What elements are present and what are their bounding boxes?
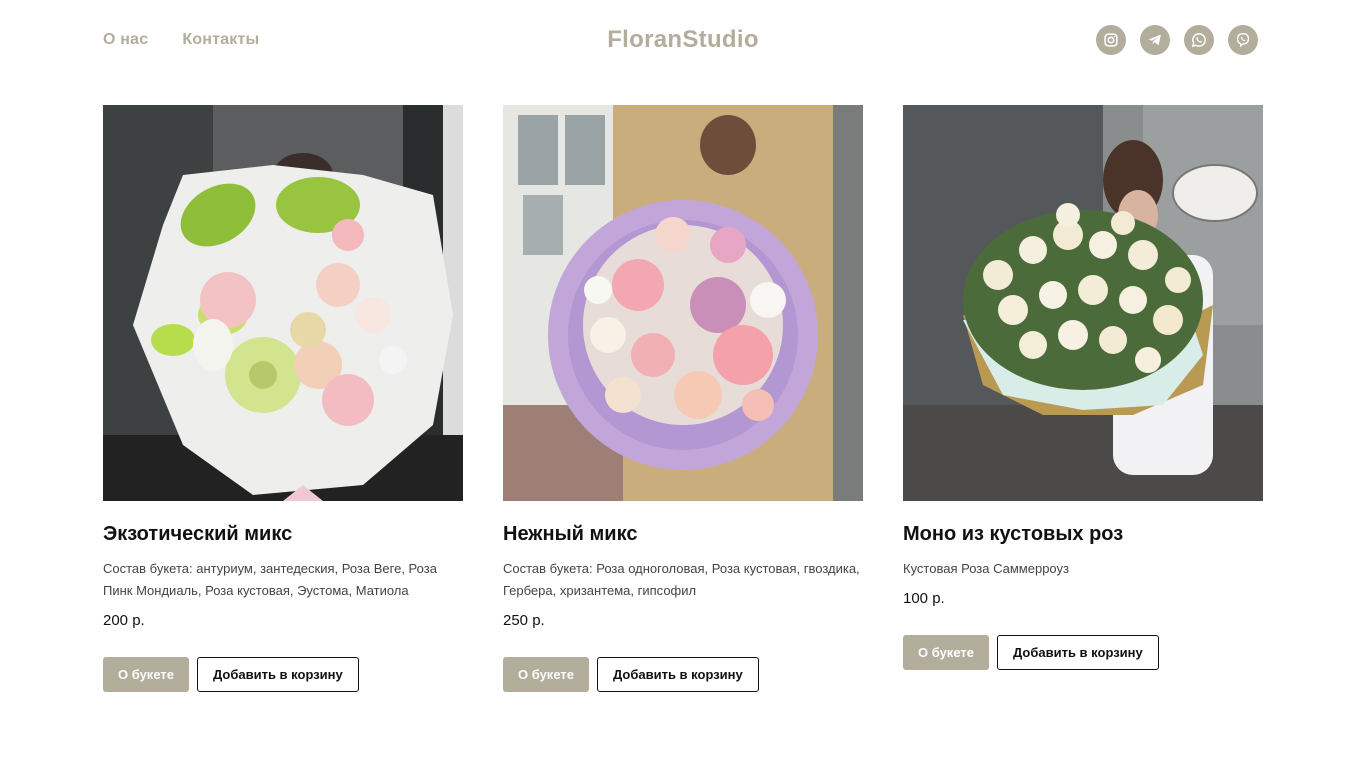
product-photo[interactable]: [503, 105, 863, 501]
viber-icon[interactable]: [1228, 25, 1258, 55]
product-price: 250 р.: [503, 612, 545, 629]
instagram-icon[interactable]: [1096, 25, 1126, 55]
product-grid: Экзотический микс Состав букета: антуриу…: [103, 105, 1263, 692]
product-title: Моно из кустовых роз: [903, 523, 1124, 545]
telegram-icon[interactable]: [1140, 25, 1170, 55]
about-bouquet-button[interactable]: О букете: [103, 657, 189, 692]
social-links: [1096, 25, 1258, 55]
about-bouquet-button[interactable]: О букете: [903, 635, 989, 670]
product-card: Нежный микс Состав букета: Роза одноголо…: [503, 105, 863, 692]
product-photo[interactable]: [103, 105, 463, 501]
product-photo[interactable]: [903, 105, 1263, 501]
product-composition: Состав букета: антуриум, зантедеския, Ро…: [103, 561, 437, 598]
about-bouquet-button[interactable]: О букете: [503, 657, 589, 692]
product-composition: Состав букета: Роза одноголовая, Роза ку…: [503, 561, 860, 598]
add-to-cart-button[interactable]: Добавить в корзину: [996, 635, 1159, 670]
product-actions: О букете Добавить в корзину: [903, 635, 1263, 670]
product-actions: О букете Добавить в корзину: [103, 657, 463, 692]
product-title: Нежный микс: [503, 523, 638, 545]
product-price: 100 р.: [903, 590, 945, 607]
product-actions: О букете Добавить в корзину: [503, 657, 863, 692]
add-to-cart-button[interactable]: Добавить в корзину: [596, 657, 759, 692]
product-price: 200 р.: [103, 612, 145, 629]
product-title: Экзотический микс: [103, 523, 293, 545]
product-card: Моно из кустовых роз Кустовая Роза Самме…: [903, 105, 1263, 692]
product-card: Экзотический микс Состав букета: антуриу…: [103, 105, 463, 692]
product-composition: Кустовая Роза Саммерроуз: [903, 561, 1069, 576]
site-header: О нас Контакты FloranStudio: [0, 0, 1366, 80]
add-to-cart-button[interactable]: Добавить в корзину: [196, 657, 359, 692]
whatsapp-icon[interactable]: [1184, 25, 1214, 55]
